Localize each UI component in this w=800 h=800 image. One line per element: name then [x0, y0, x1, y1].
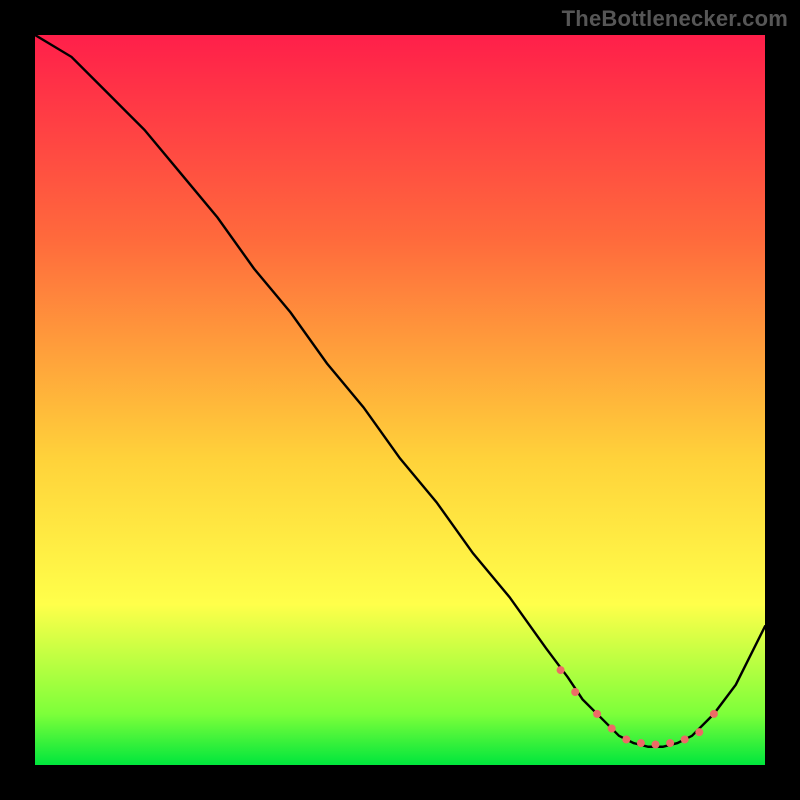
plot-area	[35, 35, 765, 765]
highlight-marker	[637, 739, 645, 747]
highlight-marker	[681, 735, 689, 743]
highlight-marker	[710, 710, 718, 718]
attribution-label: TheBottlenecker.com	[562, 6, 788, 32]
highlight-marker	[622, 735, 630, 743]
highlight-marker	[608, 725, 616, 733]
highlight-marker	[652, 741, 660, 749]
highlight-marker	[666, 739, 674, 747]
highlight-marker	[695, 728, 703, 736]
chart-container: TheBottlenecker.com	[0, 0, 800, 800]
gradient-background	[35, 35, 765, 765]
chart-svg	[35, 35, 765, 765]
highlight-marker	[557, 666, 565, 674]
highlight-marker	[571, 688, 579, 696]
highlight-marker	[593, 710, 601, 718]
